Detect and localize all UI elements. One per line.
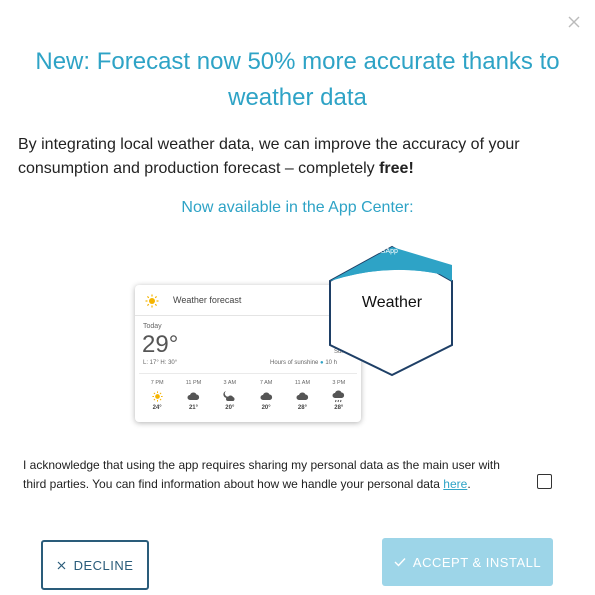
sun-icon [145, 294, 159, 308]
close-icon [568, 16, 580, 28]
privacy-link[interactable]: here [443, 477, 467, 491]
consent-suffix: . [467, 477, 471, 491]
intro-text: By integrating local weather data, we ca… [18, 133, 575, 181]
accept-install-button[interactable]: ACCEPT & INSTALL [382, 538, 553, 586]
card-title: Weather forecast [173, 295, 242, 305]
hour-temp: 20° [225, 405, 235, 411]
consent-text: I acknowledge that using the app require… [23, 456, 513, 494]
consent-body: I acknowledge that using the app require… [23, 458, 500, 491]
hour-item: 7 PM 24° [139, 380, 175, 411]
cloud-icon [260, 392, 272, 400]
intro-body: By integrating local weather data, we ca… [18, 136, 520, 177]
intro-free: free! [379, 160, 414, 177]
close-icon [57, 561, 65, 569]
close-button[interactable] [567, 15, 581, 29]
weather-app-illustration: Weather forecast Today 29° L: 17° H: 30°… [130, 245, 465, 430]
decline-label: DECLINE [73, 557, 134, 573]
hour-temp: 20° [261, 405, 271, 411]
app-brand-label: FEMSApp [366, 248, 398, 255]
sun-icon [152, 390, 163, 402]
sunshine-dot: ● [320, 360, 324, 366]
today-label: Today [143, 323, 162, 330]
dialog-title: New: Forecast now 50% more accurate than… [35, 48, 560, 111]
low-high: L: 17° H: 30° [143, 360, 178, 366]
hour-item: 3 PM 28° [321, 380, 357, 411]
decline-button[interactable]: DECLINE [41, 540, 149, 590]
hour-time: 11 AM [294, 380, 311, 386]
hour-time: 7 AM [259, 380, 273, 386]
hour-time: 3 AM [223, 380, 237, 386]
cloud-icon [187, 392, 200, 400]
hourly-forecast: 7 PM 24° 11 PM 21° 3 AM 20° 7 AM 20° 11 … [139, 380, 357, 411]
cloud-icon [296, 392, 309, 400]
current-temperature: 29° [142, 331, 179, 358]
accept-label: ACCEPT & INSTALL [412, 554, 542, 570]
hour-temp: 28° [297, 405, 307, 411]
divider [139, 373, 357, 374]
hour-item: 11 AM 28° [284, 380, 320, 411]
checkmark-icon [394, 558, 406, 567]
hour-temp: 24° [152, 405, 162, 411]
hour-item: 11 PM 21° [175, 380, 211, 411]
hour-temp: 28° [334, 405, 344, 411]
hour-time: 3 PM [332, 380, 346, 386]
rain-cloud-icon [332, 390, 345, 402]
sunshine-label: Hours of sunshine [270, 360, 319, 366]
moon-cloud-icon [223, 391, 235, 401]
hour-time: 7 PM [150, 380, 164, 386]
app-center-note: Now available in the App Center: [181, 199, 414, 216]
hour-temp: 21° [188, 405, 199, 411]
hour-time: 11 PM [185, 380, 202, 386]
consent-checkbox[interactable] [537, 474, 552, 489]
hour-item: 3 AM 20° [212, 380, 248, 411]
app-name: Weather [361, 294, 423, 311]
hour-item: 7 AM 20° [248, 380, 284, 411]
